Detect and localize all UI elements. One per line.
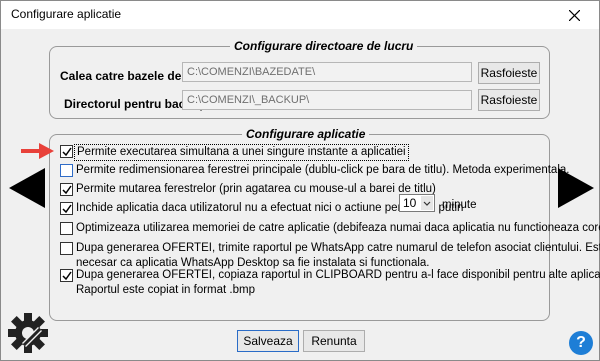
close-icon [568,9,580,21]
option-optimize-memory-label[interactable]: Optimizeaza utilizarea memoriei de catre… [76,221,600,236]
option-move-window-label[interactable]: Permite mutarea ferestrelor (prin agatar… [76,182,436,197]
option-clipboard-label-line2: Raportul este copiat in format .bmp [76,284,255,296]
option-auto-close-checkbox[interactable] [60,202,73,215]
option-whatsapp-checkbox[interactable] [60,242,73,255]
timeout-unit-label: minute [442,199,477,211]
close-button[interactable] [549,1,599,29]
option-resize-window-label[interactable]: Permite redimensionarea ferestrei princi… [76,163,569,178]
red-arrow-icon [21,143,54,159]
chevron-down-icon[interactable] [421,196,433,210]
option-clipboard-label[interactable]: Dupa generarea OFERTEI, copiaza raportul… [76,268,600,283]
option-optimize-memory-checkbox[interactable] [60,222,73,235]
timeout-value: 10 [403,196,417,210]
window-title: Configurare aplicatie [11,7,122,21]
option-move-window-checkbox[interactable] [60,183,73,196]
timeout-minutes-select[interactable]: 10 [399,194,435,212]
config-window: Configurare aplicatie Configurare direct… [0,0,600,361]
help-icon[interactable]: ? [569,331,593,355]
directories-legend: Configurare directoare de lucru [230,39,418,53]
arrow-left-icon[interactable] [7,168,47,208]
check-icon [62,204,72,214]
backup-path-field[interactable]: C:\COMENZI\_BACKUP\ [182,90,472,110]
gear-icon[interactable] [7,312,49,354]
arrow-right-icon[interactable] [556,168,596,208]
option-resize-window-checkbox[interactable] [60,164,73,177]
check-icon [62,271,72,281]
option-single-instance-checkbox[interactable] [60,145,73,158]
save-button[interactable]: Salveaza [237,330,299,352]
browse-backup-button[interactable]: Rasfoieste [478,89,540,111]
option-whatsapp-label[interactable]: Dupa generarea OFERTEI, trimite raportul… [76,241,600,256]
check-icon [62,147,72,157]
option-single-instance-label[interactable]: Permite executarea simultana a unei sing… [74,144,409,161]
db-path-field[interactable]: C:\COMENZI\BAZEDATE\ [182,62,472,82]
browse-db-button[interactable]: Rasfoieste [478,62,540,84]
title-bar[interactable]: Configurare aplicatie [1,1,599,29]
app-config-legend: Configurare aplicatie [242,127,370,141]
cancel-button[interactable]: Renunta [303,330,365,352]
option-clipboard-checkbox[interactable] [60,269,73,282]
check-icon [62,185,72,195]
